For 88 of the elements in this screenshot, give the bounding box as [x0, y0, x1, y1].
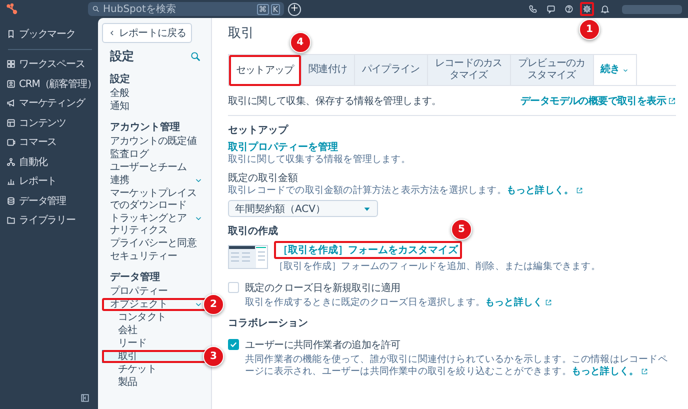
checkbox[interactable] — [228, 282, 239, 293]
nav-item[interactable]: レポート — [4, 172, 98, 191]
help-text: ［取引を作成］フォームのフィールドを追加、削除、または編集できます。 — [274, 261, 600, 273]
nav-item[interactable]: コンテンツ — [4, 113, 98, 132]
help-text: 取引を作成するときに既定のクローズ日を選択します。もっと詳しく — [245, 297, 676, 309]
settings-nav-item[interactable]: ユーザーとチーム — [102, 161, 207, 174]
learn-more-link[interactable]: もっと詳しく。 — [506, 185, 583, 196]
form-preview-drawing — [228, 245, 268, 269]
shortcut-key: K — [270, 4, 280, 15]
field-label: 既定の取引金額 — [228, 172, 299, 185]
settings-nav-item[interactable]: 会社 — [102, 324, 207, 337]
section-heading: セットアップ — [228, 123, 288, 137]
nav-item[interactable]: ワークスペース — [4, 54, 98, 74]
search-icon — [92, 5, 100, 13]
help-icon[interactable] — [564, 4, 574, 14]
page-title: 取引 — [228, 25, 254, 42]
external-link-icon — [576, 187, 583, 194]
data-model-link[interactable]: データモデルの概要で取引を表示 — [520, 94, 676, 108]
tab[interactable]: 続き — [592, 54, 637, 85]
settings-icon[interactable] — [582, 4, 592, 14]
megaphone-icon — [6, 98, 16, 108]
tab[interactable]: 関連付け — [300, 54, 356, 85]
caret-down-icon — [363, 204, 371, 212]
external-link-icon — [544, 299, 552, 306]
register-icon — [6, 137, 16, 148]
help-text: 共同作業者の機能を使って、誰が取引に関連付けられているかを示します。この情報はレコードページに表示され、ユーザーは共同作業中の取引を絞り込むことができます。もっと詳しく。 — [245, 354, 668, 378]
collapse-icon[interactable] — [80, 393, 90, 403]
settings-nav-item[interactable]: 通知 — [102, 100, 207, 113]
settings-nav-item[interactable]: マーケットプレイスでのダウンロード — [102, 187, 207, 212]
section-heading: 設定 — [110, 72, 131, 86]
bookmark-icon — [6, 28, 16, 39]
tab[interactable]: セットアップ — [228, 54, 302, 86]
chevron-left-icon — [108, 29, 116, 37]
layout-icon — [6, 118, 16, 128]
section-heading: 取引の作成 — [228, 224, 278, 238]
manage-link[interactable]: 取引プロパティーを管理 — [228, 140, 338, 154]
page-description: 取引に関して収集、保存する情報を管理します。 — [228, 94, 442, 108]
shortcut-key: ⌘ — [256, 4, 269, 15]
checkbox[interactable] — [228, 339, 239, 350]
section-heading: コラボレーション — [228, 317, 308, 330]
settings-nav-item[interactable]: 連携 — [102, 174, 207, 187]
settings-title: 設定 — [110, 48, 134, 65]
settings-nav-item[interactable]: アカウントの既定値 — [102, 135, 207, 148]
tab[interactable]: プレビューのカスタマイズ — [510, 54, 594, 85]
search-icon[interactable] — [190, 51, 201, 62]
nav-item[interactable]: ブックマーク — [4, 24, 98, 44]
chat-icon[interactable] — [546, 4, 556, 14]
folder-icon — [6, 215, 16, 226]
learn-more-link[interactable]: もっと詳しく — [485, 297, 552, 308]
nav-item[interactable]: データ管理 — [4, 191, 98, 210]
settings-nav-item[interactable]: セキュリティー — [102, 250, 207, 263]
callout-badge: 5 — [451, 219, 472, 240]
callout-badge: 4 — [290, 32, 311, 53]
checkbox-label: ユーザーに共同作業者の追加を許可 — [245, 338, 400, 352]
section-heading: データ管理 — [110, 270, 161, 284]
settings-nav-item[interactable]: 全般 — [102, 87, 207, 100]
learn-more-link[interactable]: もっと詳しく。 — [571, 366, 648, 377]
sprocket-logo-icon[interactable] — [6, 3, 18, 15]
tab[interactable]: パイプライン — [354, 54, 428, 85]
customize-form-link[interactable]: ［取引を作成］フォームをカスタマイズ — [274, 241, 462, 259]
highlight-frame — [229, 55, 301, 86]
external-link-icon — [640, 368, 648, 375]
tab[interactable]: レコードのカスタマイズ — [426, 54, 511, 85]
settings-nav-item[interactable]: 監査ログ — [102, 148, 207, 161]
nav-item[interactable]: CRM（顧客管理） — [4, 74, 98, 94]
settings-nav-item[interactable]: トラッキングとアナリティクス — [102, 212, 207, 237]
grid-icon — [6, 59, 16, 70]
add-button[interactable]: + — [288, 2, 301, 16]
phone-icon[interactable] — [528, 4, 538, 14]
nav-item[interactable]: マーケティング — [4, 94, 98, 113]
bell-icon[interactable] — [600, 4, 610, 14]
database-icon — [6, 196, 16, 206]
select-field[interactable]: 年間契約額（ACV） — [228, 200, 378, 217]
highlight-frame — [580, 2, 594, 16]
contact-card-icon — [6, 78, 16, 89]
settings-nav-item[interactable]: プライバシーと同意 — [102, 237, 207, 250]
nav-item[interactable]: コマース — [4, 132, 98, 152]
nav-item[interactable]: ライブラリー — [4, 210, 98, 230]
nav-item[interactable]: 自動化 — [4, 152, 98, 172]
flow-icon — [6, 156, 16, 167]
section-heading: アカウント管理 — [110, 120, 181, 134]
caret-down-icon — [622, 66, 629, 74]
external-link-icon — [668, 97, 676, 105]
back-button[interactable]: レポートに戻る — [102, 23, 192, 43]
help-text: 取引レコードでの取引金額の計算方法と表示方法を選択します。もっと詳しく。 — [228, 185, 676, 197]
settings-nav-item[interactable]: 製品 — [102, 376, 207, 389]
help-text: 取引に関して収集する情報を管理します。 — [228, 154, 412, 166]
checkbox-label: 既定のクローズ日を新規取引に適用 — [245, 282, 400, 295]
